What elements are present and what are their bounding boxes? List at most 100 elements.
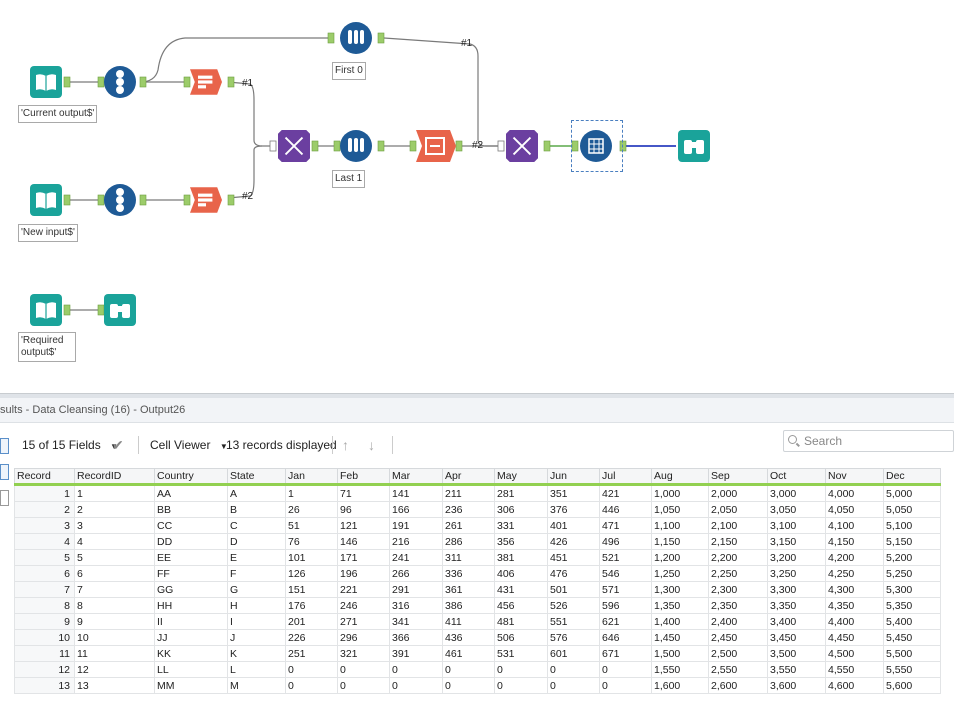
table-cell[interactable]: J [227,629,286,646]
table-row[interactable]: 12 12 LL L 0 0 0 0 0 0 0 1,550 2,550 3,550 4,550 5,550 [14,661,941,678]
table-cell[interactable]: 0 [599,661,652,678]
table-cell[interactable]: 146 [337,533,390,550]
table-cell[interactable]: 4,100 [825,517,884,534]
column-header[interactable]: Jul [599,468,652,486]
table-cell[interactable]: D [227,533,286,550]
table-row[interactable]: 2 2 BB B 26 96 166 236 306 376 446 1,050 2,050 3,050 4… [14,501,941,518]
table-cell[interactable]: 406 [494,565,548,582]
table-cell[interactable]: 121 [337,517,390,534]
table-cell[interactable]: 596 [599,597,652,614]
table-cell[interactable]: CC [154,517,228,534]
table-cell[interactable]: 576 [547,629,600,646]
table-cell[interactable]: 1,300 [651,581,709,598]
table-cell[interactable]: 426 [547,533,600,550]
table-cell[interactable]: 0 [337,677,390,694]
table-cell[interactable]: 571 [599,581,652,598]
table-cell[interactable]: 5,300 [883,581,941,598]
table-cell[interactable]: 5,600 [883,677,941,694]
column-header[interactable]: May [494,468,548,486]
table-cell[interactable]: JJ [154,629,228,646]
table-cell[interactable]: 1,050 [651,501,709,518]
fields-dropdown[interactable]: 15 of 15 Fields ▼ [22,434,118,456]
table-cell[interactable]: 5,550 [883,661,941,678]
column-header[interactable]: Feb [337,468,390,486]
table-cell[interactable]: 141 [389,484,443,502]
table-cell[interactable]: G [227,581,286,598]
table-cell[interactable]: 1,450 [651,629,709,646]
table-cell[interactable]: 2,550 [708,661,768,678]
table-cell[interactable]: 166 [389,501,443,518]
table-cell[interactable]: 381 [494,549,548,566]
record-number[interactable]: 8 [14,597,75,614]
table-cell[interactable]: 3,150 [767,533,826,550]
record-number[interactable]: 4 [14,533,75,550]
union-icon[interactable] [190,184,222,216]
table-cell[interactable]: 1,350 [651,597,709,614]
table-cell[interactable]: 3,400 [767,613,826,630]
table-cell[interactable]: 0 [547,677,600,694]
table-cell[interactable]: 2,450 [708,629,768,646]
table-cell[interactable]: 241 [389,549,443,566]
table-cell[interactable]: 456 [494,597,548,614]
column-header[interactable]: Mar [389,468,443,486]
column-header[interactable]: RecordID [74,468,155,486]
table-cell[interactable]: 236 [442,501,495,518]
table-cell[interactable]: 211 [442,484,495,502]
table-cell[interactable]: 2,150 [708,533,768,550]
table-cell[interactable]: 0 [599,677,652,694]
table-cell[interactable]: 4,200 [825,549,884,566]
table-cell[interactable]: 3,000 [767,484,826,502]
table-cell[interactable]: 3,600 [767,677,826,694]
table-cell[interactable]: 601 [547,645,600,662]
table-cell[interactable]: 1,550 [651,661,709,678]
table-cell[interactable]: 10 [74,629,155,646]
table-cell[interactable]: 2,500 [708,645,768,662]
table-cell[interactable]: 281 [494,484,548,502]
table-cell[interactable]: I [227,613,286,630]
table-cell[interactable]: 3 [74,517,155,534]
sample-icon[interactable] [340,22,372,54]
table-cell[interactable]: 316 [389,597,443,614]
record-number[interactable]: 1 [14,484,75,502]
table-cell[interactable]: 0 [442,661,495,678]
table-cell[interactable]: 0 [494,677,548,694]
table-cell[interactable]: L [227,661,286,678]
table-cell[interactable]: 5,000 [883,484,941,502]
table-cell[interactable]: 5,200 [883,549,941,566]
table-cell[interactable]: 4,300 [825,581,884,598]
browse-icon[interactable] [104,294,136,326]
table-cell[interactable]: 451 [547,549,600,566]
table-cell[interactable]: C [227,517,286,534]
column-header[interactable]: Sep [708,468,768,486]
table-cell[interactable]: 1,100 [651,517,709,534]
record-id-icon[interactable] [104,184,136,216]
table-cell[interactable]: 8 [74,597,155,614]
table-cell[interactable]: 12 [74,661,155,678]
table-cell[interactable]: 4,550 [825,661,884,678]
table-row[interactable]: 10 10 JJ J 226 296 366 436 506 576 646 1,450 2,450 3,… [14,629,941,646]
table-cell[interactable]: 311 [442,549,495,566]
select-icon[interactable] [416,130,456,162]
table-cell[interactable]: 1,200 [651,549,709,566]
table-cell[interactable]: 176 [285,597,338,614]
table-cell[interactable]: K [227,645,286,662]
table-cell[interactable]: E [227,549,286,566]
table-cell[interactable]: 291 [389,581,443,598]
table-cell[interactable]: 4,400 [825,613,884,630]
expand-icon[interactable] [0,490,9,506]
table-cell[interactable]: 4 [74,533,155,550]
table-cell[interactable]: 5,500 [883,645,941,662]
column-header[interactable]: Country [154,468,228,486]
table-cell[interactable]: 3,300 [767,581,826,598]
record-number[interactable]: 5 [14,549,75,566]
record-number[interactable]: 10 [14,629,75,646]
record-number[interactable]: 11 [14,645,75,662]
table-cell[interactable]: 271 [337,613,390,630]
table-cell[interactable]: 361 [442,581,495,598]
table-row[interactable]: 13 13 MM M 0 0 0 0 0 0 0 1,600 2,600 3,600 4,600 5,600 [14,677,941,694]
table-cell[interactable]: 646 [599,629,652,646]
table-cell[interactable]: 201 [285,613,338,630]
cross-tab-icon[interactable] [580,130,612,162]
table-row[interactable]: 4 4 DD D 76 146 216 286 356 426 496 1,150 2,150 3,150… [14,533,941,550]
table-row[interactable]: 5 5 EE E 101 171 241 311 381 451 521 1,200 2,200 3,20… [14,549,941,566]
